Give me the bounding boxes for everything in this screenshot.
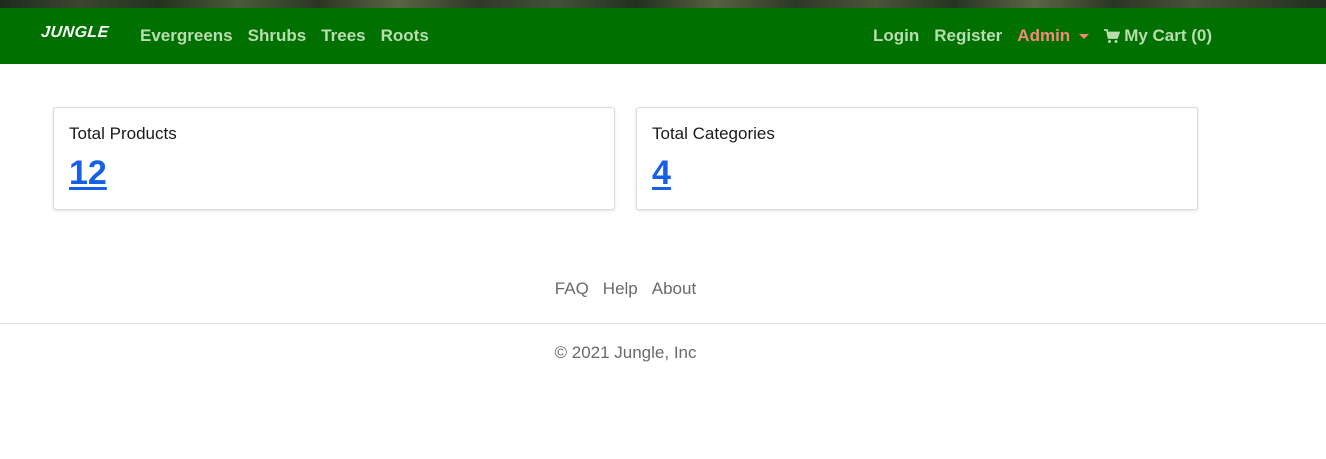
- footer-help-link[interactable]: Help: [603, 279, 638, 299]
- category-nav: Evergreens Shrubs Trees Roots: [140, 26, 429, 46]
- cart-label: My Cart (0): [1124, 26, 1213, 45]
- nav-evergreens[interactable]: Evergreens: [140, 26, 233, 46]
- footer-faq-link[interactable]: FAQ: [555, 279, 589, 299]
- footer-about-link[interactable]: About: [652, 279, 696, 299]
- total-products-card: Total Products 12: [53, 107, 615, 210]
- caret-down-icon: [1079, 34, 1090, 39]
- admin-dropdown[interactable]: Admin: [1017, 26, 1090, 46]
- total-products-count[interactable]: 12: [69, 154, 107, 193]
- total-categories-card: Total Categories 4: [636, 107, 1198, 210]
- cart-link[interactable]: My Cart (0): [1104, 26, 1212, 46]
- register-link[interactable]: Register: [934, 26, 1002, 46]
- total-products-label: Total Products: [69, 124, 177, 143]
- shopping-cart-icon: [1104, 29, 1121, 43]
- top-navbar: JUNGLE Evergreens Shrubs Trees Roots Log…: [0, 8, 1326, 64]
- footer-links: FAQ Help About: [0, 279, 1251, 299]
- footer-divider: [0, 323, 1326, 324]
- total-categories-label: Total Categories: [652, 124, 775, 143]
- copyright-text: © 2021 Jungle, Inc: [554, 343, 697, 362]
- nav-trees[interactable]: Trees: [321, 26, 365, 46]
- header-banner-image: [0, 0, 1326, 8]
- nav-shrubs[interactable]: Shrubs: [248, 26, 307, 46]
- account-nav: Login Register Admin My Cart (0): [873, 26, 1212, 46]
- nav-roots[interactable]: Roots: [381, 26, 429, 46]
- admin-label: Admin: [1017, 26, 1071, 45]
- login-link[interactable]: Login: [873, 26, 919, 46]
- total-categories-count[interactable]: 4: [652, 154, 671, 193]
- brand-logo[interactable]: JUNGLE: [40, 24, 110, 42]
